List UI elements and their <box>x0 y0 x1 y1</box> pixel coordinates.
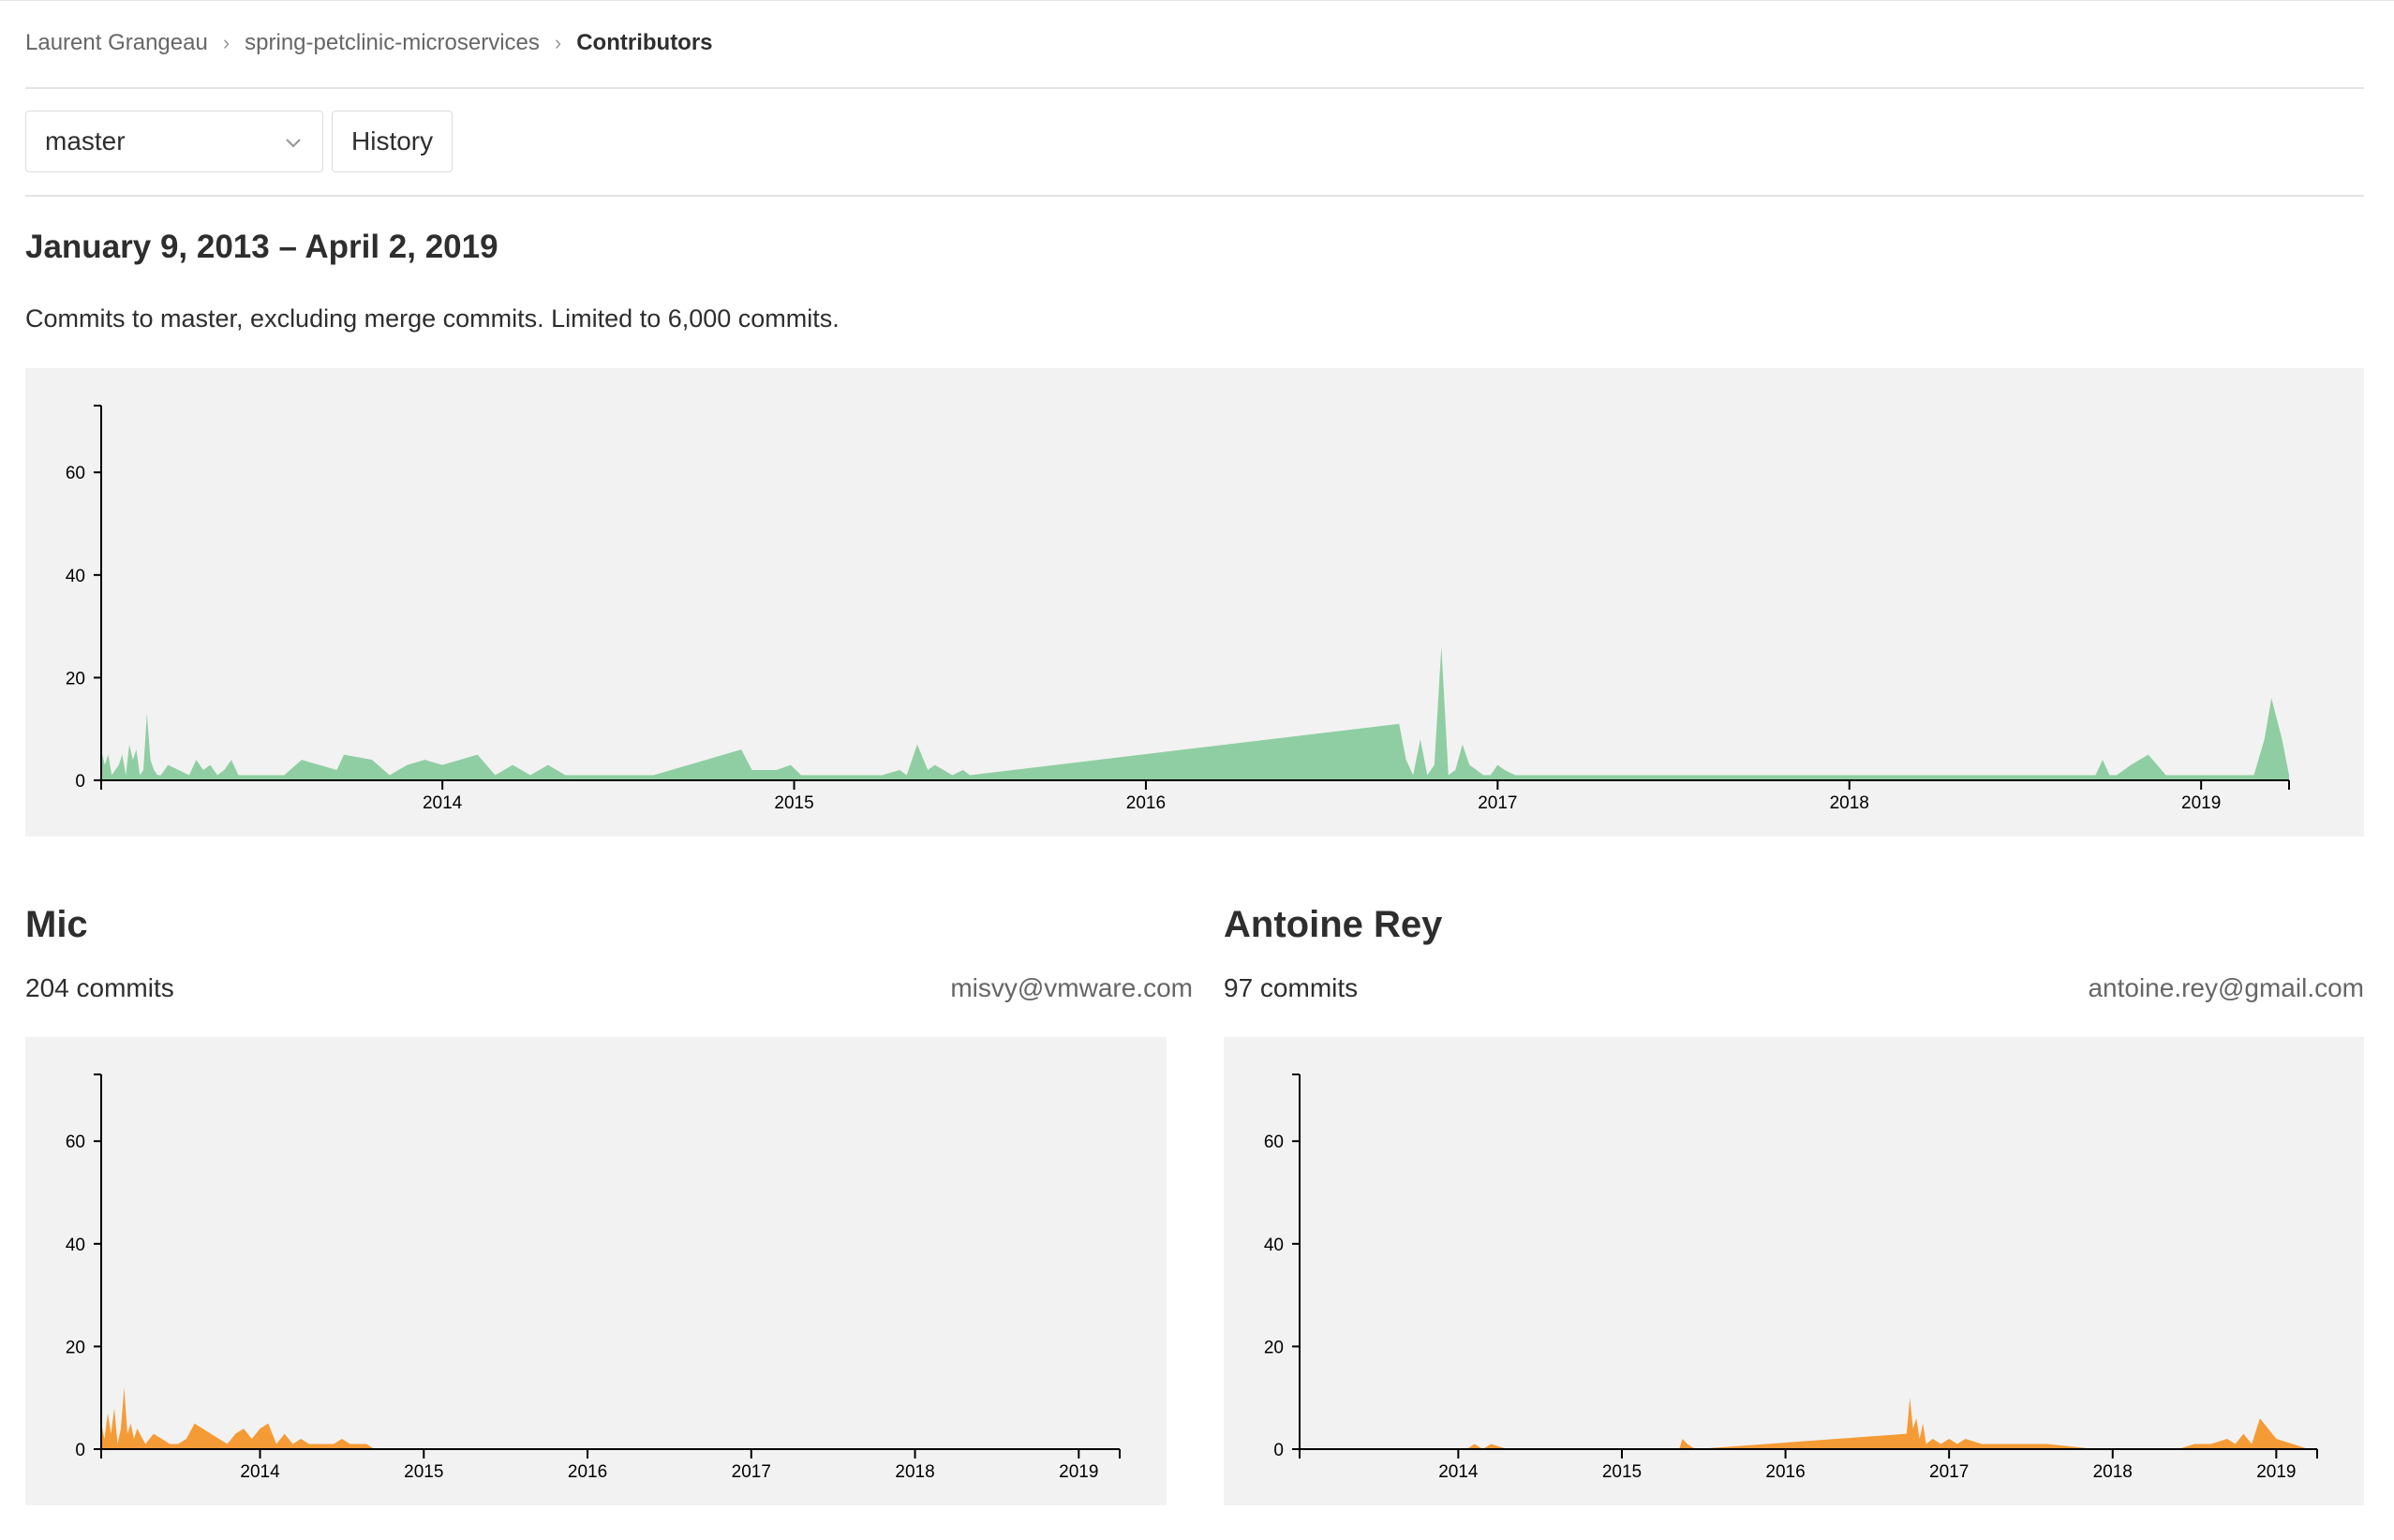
contributor-name: Mic <box>25 904 88 945</box>
overall-commits-chart: 0 20 40 60 2014 2015 2016 2017 2018 2019 <box>25 368 2364 837</box>
y-tick-label: 40 <box>66 567 85 586</box>
x-tick-label: 2017 <box>1929 1462 1969 1482</box>
contributor-email: misvy@vmware.com <box>950 973 1193 1002</box>
chart-svg: 0 20 40 60 2014 2015 2016 2017 2018 2019 <box>1264 1074 2318 1482</box>
breadcrumb-project[interactable]: spring-petclinic-microservices <box>245 30 540 56</box>
x-tick-label: 2016 <box>1126 793 1166 813</box>
y-tick-label: 40 <box>1264 1236 1284 1255</box>
contributor-email: antoine.rey@gmail.com <box>2088 973 2364 1002</box>
date-range-title: January 9, 2013 – April 2, 2019 <box>25 229 498 265</box>
y-tick-label: 20 <box>66 669 85 689</box>
divider <box>25 195 2364 197</box>
y-tick-label: 20 <box>66 1338 85 1357</box>
contributor-name: Antoine Rey <box>1224 904 1443 945</box>
controls-bar: master History <box>25 111 454 172</box>
contributor-commit-count: 97 commits <box>1224 973 1359 1002</box>
y-tick-label: 0 <box>75 1441 85 1460</box>
x-tick-label: 2016 <box>568 1462 607 1482</box>
x-tick-label: 2017 <box>1478 793 1517 813</box>
commits-description: Commits to master, excluding merge commi… <box>25 304 840 333</box>
x-tick-label: 2014 <box>240 1462 280 1482</box>
x-tick-label: 2017 <box>732 1462 771 1482</box>
chevron-down-icon <box>286 139 301 148</box>
divider <box>25 87 2364 89</box>
x-tick-label: 2015 <box>774 793 813 813</box>
chart-svg: 0 20 40 60 2014 2015 2016 2017 2018 2019 <box>66 1074 1121 1482</box>
y-tick-label: 20 <box>1264 1338 1284 1357</box>
y-tick-label: 0 <box>75 772 85 792</box>
top-border <box>0 0 2394 1</box>
y-tick-label: 60 <box>66 464 85 483</box>
branch-select-value: master <box>45 126 126 155</box>
breadcrumb-current: Contributors <box>576 30 713 55</box>
x-tick-label: 2016 <box>1765 1462 1805 1482</box>
x-tick-label: 2019 <box>2181 793 2221 813</box>
series-area <box>101 646 2289 780</box>
breadcrumb: Laurent Grangeau › spring-petclinic-micr… <box>25 28 713 58</box>
chevron-right-icon: › <box>222 31 230 54</box>
chevron-right-icon: › <box>554 31 562 54</box>
x-tick-label: 2019 <box>1059 1462 1098 1482</box>
contributor-commit-count: 204 commits <box>25 973 174 1002</box>
y-tick-label: 0 <box>1273 1441 1284 1460</box>
y-tick-label: 60 <box>1264 1133 1284 1152</box>
history-button[interactable]: History <box>332 111 454 172</box>
series-area <box>1300 1398 2317 1449</box>
contributor-commits-chart: 0 20 40 60 2014 2015 2016 2017 2018 2019 <box>25 1037 1167 1505</box>
x-tick-label: 2018 <box>895 1462 934 1482</box>
x-tick-label: 2014 <box>423 793 463 813</box>
x-tick-label: 2015 <box>404 1462 443 1482</box>
x-tick-label: 2014 <box>1438 1462 1479 1482</box>
x-tick-label: 2015 <box>1602 1462 1642 1482</box>
x-tick-label: 2019 <box>2256 1462 2296 1482</box>
y-tick-label: 60 <box>66 1133 85 1152</box>
x-tick-label: 2018 <box>1830 793 1869 813</box>
breadcrumb-owner[interactable]: Laurent Grangeau <box>25 30 208 56</box>
series-area <box>101 1387 1120 1449</box>
y-tick-label: 40 <box>66 1236 85 1255</box>
x-tick-label: 2018 <box>2093 1462 2133 1482</box>
chart-svg: 0 20 40 60 2014 2015 2016 2017 2018 2019 <box>66 405 2290 813</box>
branch-select[interactable]: master <box>25 111 323 172</box>
contributor-commits-chart: 0 20 40 60 2014 2015 2016 2017 2018 2019 <box>1224 1037 2364 1505</box>
